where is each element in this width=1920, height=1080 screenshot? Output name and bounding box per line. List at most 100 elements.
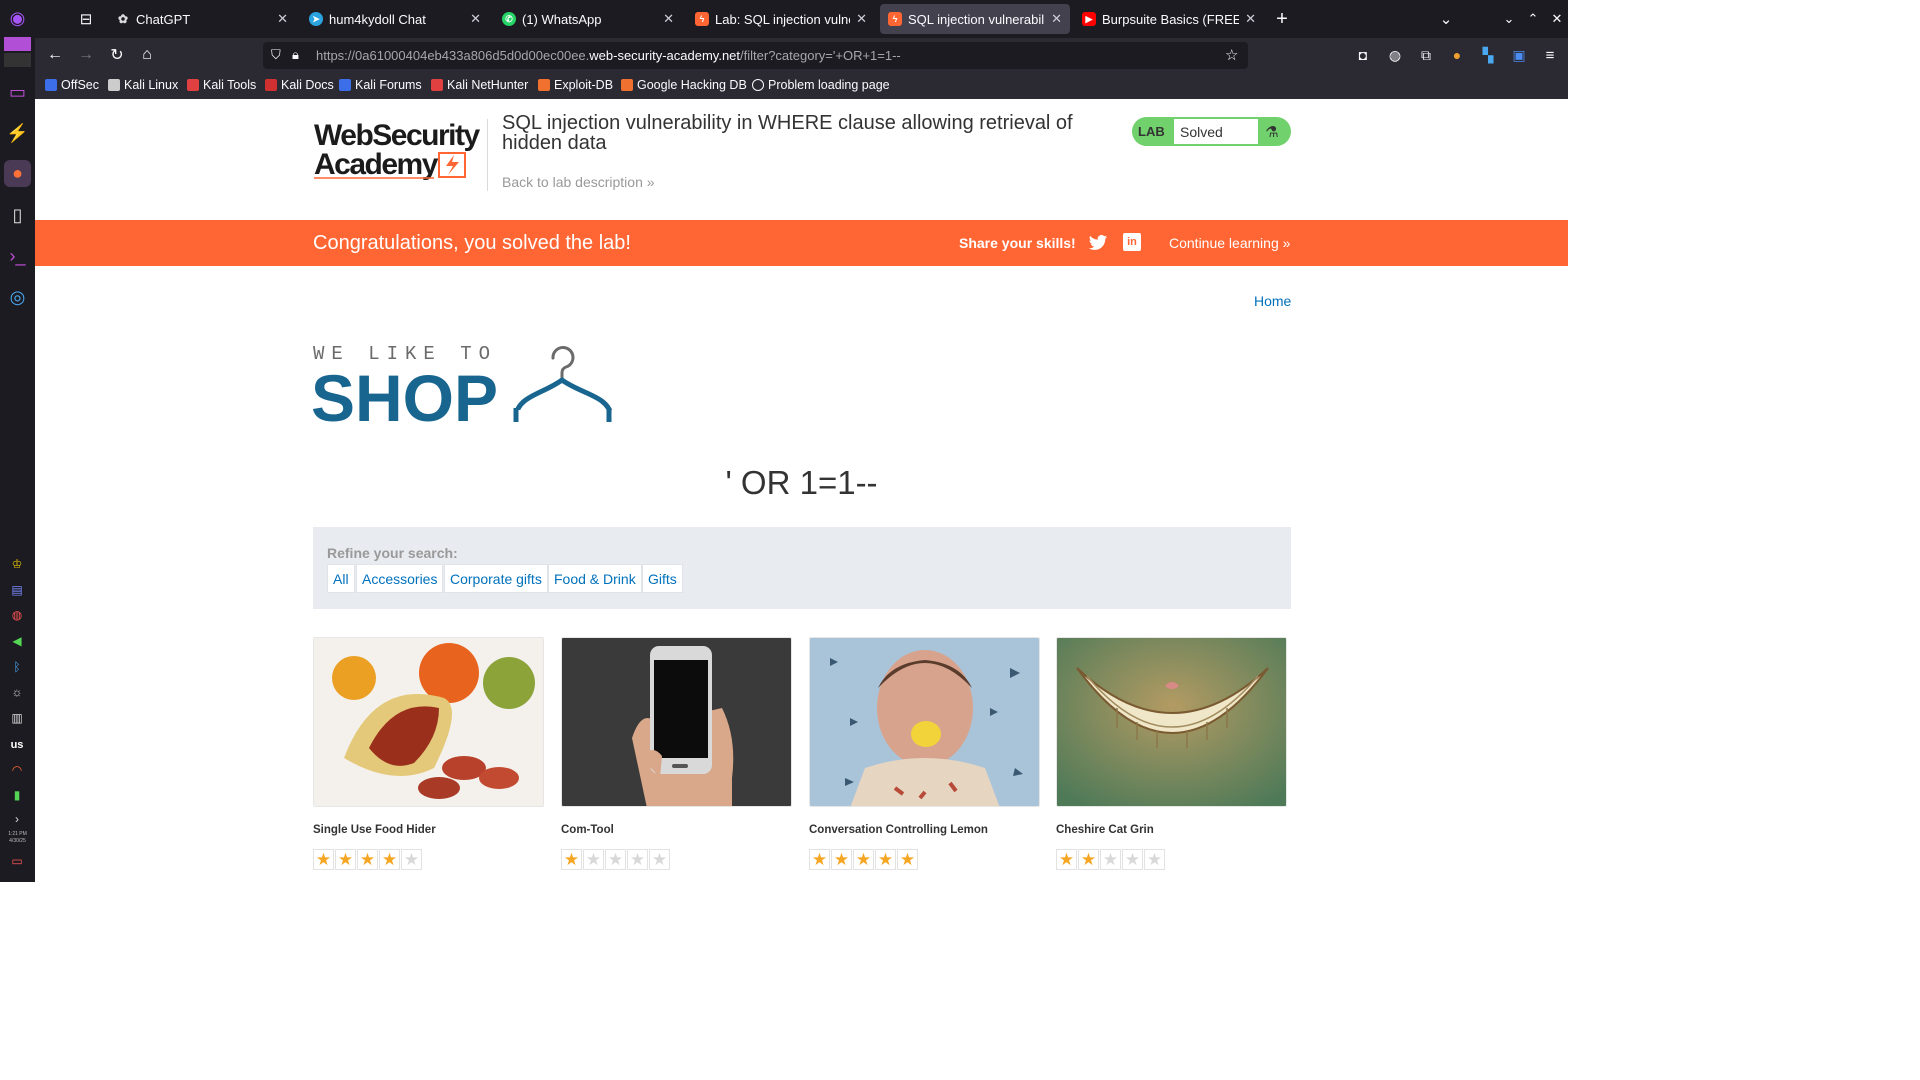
home-link[interactable]: Home (1254, 293, 1291, 309)
back-to-lab-description-link[interactable]: Back to lab description » (502, 174, 655, 190)
record-icon[interactable]: ◍ (8, 606, 26, 624)
bookmark-kali-tools[interactable]: Kali Tools (187, 78, 256, 92)
close-icon[interactable]: ✕ (663, 11, 674, 27)
back-icon[interactable]: ← (43, 43, 67, 67)
product-card[interactable]: Conversation Controlling Lemon ★ ★ ★ ★ ★ (809, 637, 1040, 870)
volume-icon[interactable]: ◀ (8, 632, 26, 650)
product-card[interactable]: Cheshire Cat Grin ★ ★ ★ ★ ★ (1056, 637, 1287, 870)
url-bar[interactable]: ⛉ 🔒︎ https://0a61000404eb433a806d5d0d00e… (263, 42, 1248, 69)
battery-icon[interactable]: ▮ (8, 786, 26, 804)
filter-accessories[interactable]: Accessories (356, 564, 444, 593)
close-icon[interactable]: ✕ (277, 11, 288, 27)
linkedin-icon[interactable]: in (1123, 233, 1141, 251)
firefox-view-icon[interactable]: ⊟ (74, 7, 98, 31)
wifi-icon[interactable]: ◠ (8, 761, 26, 779)
filter-food-drink[interactable]: Food & Drink (548, 564, 642, 593)
exploit-db-icon (538, 79, 550, 91)
bluetooth-icon[interactable]: ᛒ (8, 658, 26, 676)
bookmark-kali-linux[interactable]: Kali Linux (108, 78, 178, 92)
minimize-icon[interactable]: ⌄ (1497, 7, 1521, 31)
tab-youtube[interactable]: ▶ Burpsuite Basics (FREE Cou ✕ (1074, 4, 1264, 34)
files-icon[interactable]: ▭ (4, 79, 31, 106)
shield-icon[interactable]: ⛉ (271, 47, 281, 63)
product-card[interactable]: Com-Tool ★ ★ ★ ★ ★ (561, 637, 792, 870)
url-text: https://0a61000404eb433a806d5d0d00ec00ee… (316, 48, 901, 63)
tab-lab[interactable]: ϟ Lab: SQL injection vulnerab ✕ (687, 4, 875, 34)
new-tab-icon[interactable]: + (1270, 7, 1294, 31)
close-icon[interactable]: ✕ (1051, 11, 1062, 27)
burp-icon[interactable]: ⚡ (4, 120, 31, 147)
filter-all[interactable]: All (327, 564, 355, 593)
tab-telegram[interactable]: ➤ hum4kydoll Chat ✕ (301, 4, 489, 34)
list-tabs-icon[interactable]: ⌄ (1434, 7, 1458, 31)
terminal-icon[interactable]: ›_ (4, 243, 31, 270)
storage-icon[interactable]: ▥ (8, 709, 26, 727)
product-name[interactable]: Single Use Food Hider (313, 824, 544, 836)
close-icon[interactable]: ✕ (1245, 11, 1256, 27)
workspace-indicator[interactable] (4, 37, 31, 51)
star-filled-icon: ★ (809, 849, 830, 870)
whatsapp-icon: ✆ (502, 12, 516, 26)
cookie-extension-icon[interactable]: ● (1445, 43, 1469, 67)
bookmark-problem-loading[interactable]: Problem loading page (752, 78, 890, 92)
portswigger-icon: ϟ (695, 12, 709, 26)
extensions-icon[interactable]: ⧉ (1414, 43, 1438, 67)
bookmark-kali-docs[interactable]: Kali Docs (265, 78, 334, 92)
chromium-icon[interactable]: ◎ (4, 284, 31, 311)
home-icon[interactable]: ⌂ (135, 43, 159, 67)
star-empty-icon: ★ (649, 849, 670, 870)
continue-learning-link[interactable]: Continue learning » (1169, 235, 1290, 251)
twitter-icon[interactable] (1088, 233, 1108, 253)
kali-icon (108, 79, 120, 91)
bookmark-star-icon[interactable]: ☆ (1225, 46, 1238, 64)
desktop-dock: ◉ ▭ ⚡ ● ▯ ›_ ◎ ♔ ▤ ◍ ◀ ᛒ ☼ ▥ us ◠ ▮ › 1:… (0, 0, 35, 882)
firefox-icon[interactable]: ● (4, 160, 31, 187)
double-chevron-right-icon: » (1282, 235, 1291, 251)
star-empty-icon: ★ (627, 849, 648, 870)
close-icon[interactable]: ✕ (856, 11, 867, 27)
bookmark-exploit-db[interactable]: Exploit-DB (538, 78, 613, 92)
tab-strip: ⊟ ✿ ChatGPT ✕ ➤ hum4kydoll Chat ✕ ✆ (1) … (35, 0, 1568, 38)
tab-sql-injection[interactable]: ϟ SQL injection vulnerability i ✕ (880, 4, 1070, 34)
web-security-academy-logo[interactable]: WebSecurity Academy (314, 115, 489, 181)
product-name[interactable]: Conversation Controlling Lemon (809, 824, 1040, 836)
bookmark-kali-nethunter[interactable]: Kali NetHunter (431, 78, 528, 92)
filter-corporate-gifts[interactable]: Corporate gifts (444, 564, 548, 593)
kali-menu-icon[interactable]: ◉ (4, 5, 31, 32)
product-name[interactable]: Cheshire Cat Grin (1056, 824, 1287, 836)
tab-chatgpt[interactable]: ✿ ChatGPT ✕ (108, 4, 296, 34)
show-desktop-icon[interactable]: ▭ (8, 852, 26, 870)
workspace-indicator-2[interactable] (4, 53, 31, 67)
window-close-icon[interactable]: ✕ (1545, 7, 1569, 31)
product-card[interactable]: Single Use Food Hider ★ ★ ★ ★ ★ (313, 637, 544, 870)
bookmark-google-hacking-db[interactable]: Google Hacking DB (621, 78, 747, 92)
star-filled-icon: ★ (853, 849, 874, 870)
product-image[interactable] (1056, 637, 1287, 807)
product-name[interactable]: Com-Tool (561, 824, 792, 836)
lock-icon[interactable]: 🔒︎ (292, 47, 299, 63)
text-editor-icon[interactable]: ▯ (4, 202, 31, 229)
product-image[interactable] (809, 637, 1040, 807)
maximize-icon[interactable]: ⌃ (1521, 7, 1545, 31)
bookmark-kali-forums[interactable]: Kali Forums (339, 78, 422, 92)
translate-icon[interactable]: ▣ (1507, 43, 1531, 67)
close-icon[interactable]: ✕ (470, 11, 481, 27)
foxyproxy-icon[interactable]: ▚ (1476, 43, 1500, 67)
filter-gifts[interactable]: Gifts (642, 564, 683, 593)
keyboard-layout[interactable]: us (8, 736, 26, 754)
menu-icon[interactable]: ≡ (1538, 43, 1562, 67)
product-image[interactable] (313, 637, 544, 807)
product-image[interactable] (561, 637, 792, 807)
notification-icon[interactable]: ♔ (8, 555, 26, 573)
star-filled-icon: ★ (379, 849, 400, 870)
account-icon[interactable]: ◍ (1383, 43, 1407, 67)
tab-whatsapp[interactable]: ✆ (1) WhatsApp ✕ (494, 4, 682, 34)
reload-icon[interactable]: ↻ (105, 43, 129, 67)
pocket-icon[interactable]: ◘ (1351, 43, 1375, 67)
brightness-icon[interactable]: ☼ (8, 683, 26, 701)
bookmark-offsec[interactable]: OffSec (45, 78, 99, 92)
expand-icon[interactable]: › (8, 810, 26, 828)
clipboard-icon[interactable]: ▤ (8, 581, 26, 599)
telegram-icon: ➤ (309, 12, 323, 26)
forward-icon[interactable]: → (74, 43, 98, 67)
